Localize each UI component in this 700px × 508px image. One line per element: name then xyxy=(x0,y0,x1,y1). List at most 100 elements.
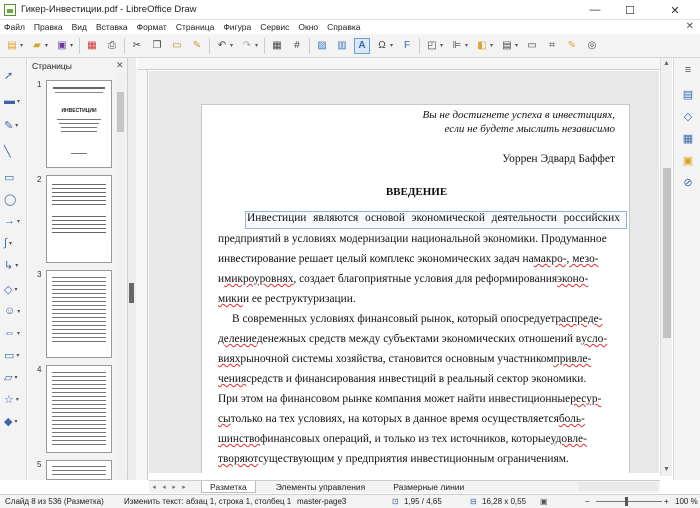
menu-page[interactable]: Страница xyxy=(176,22,215,32)
gallery-icon[interactable]: ▦ xyxy=(680,130,696,146)
paragraph-line[interactable]: творяют существующим у предприятия инвес… xyxy=(218,453,620,465)
navigator-icon[interactable]: ⊘ xyxy=(680,174,696,190)
callouts-icon[interactable]: ▱ ▾ xyxy=(4,368,24,386)
paragraph-line[interactable]: чения средств и финансирования инвестици… xyxy=(218,373,620,385)
lines-arrows-icon[interactable]: → ▾ xyxy=(4,212,24,230)
insert-chart-icon[interactable]: ▥ xyxy=(334,38,350,54)
insert-special-character-icon[interactable]: Ω xyxy=(374,38,390,54)
fontwork-icon[interactable]: F xyxy=(399,38,415,54)
redo-icon[interactable]: ↷ xyxy=(239,38,255,54)
distribute-dropdown-icon[interactable]: ▾ xyxy=(515,42,521,49)
page-thumbnail-1[interactable]: ИНВЕСТИЦИИ xyxy=(46,80,112,168)
paragraph-line[interactable]: виях рыночной системы хозяйства, станови… xyxy=(218,353,620,365)
flowchart-icon[interactable]: ▭ ▾ xyxy=(4,346,24,364)
align-dropdown-icon[interactable]: ▾ xyxy=(465,42,471,49)
cut-icon[interactable]: ✂ xyxy=(129,38,145,54)
page-thumbnail-2[interactable] xyxy=(46,175,112,263)
copy-icon[interactable]: ❐ xyxy=(149,38,165,54)
zoom-level[interactable]: 100 % xyxy=(675,497,698,506)
crop-icon[interactable]: ⌗ xyxy=(544,38,560,54)
arrange-icon[interactable]: ◧ xyxy=(474,38,490,54)
symbol-shapes-icon[interactable]: ☺ ▾ xyxy=(4,302,24,320)
insert-line-icon[interactable]: ╲ xyxy=(4,142,24,160)
paragraph-line[interactable]: предприятий в условиях модернизации наци… xyxy=(218,233,620,245)
menu-file[interactable]: Файл xyxy=(4,22,25,32)
image-gallery-icon[interactable]: ▣ xyxy=(680,152,696,168)
insert-image-icon[interactable]: ▨ xyxy=(314,38,330,54)
stars-icon[interactable]: ☆ ▾ xyxy=(4,390,24,408)
vertical-scrollbar[interactable]: ▲ ▼ xyxy=(660,58,672,476)
print-icon[interactable]: ⎙ xyxy=(104,38,120,54)
prev-tab-icon[interactable]: ◂ xyxy=(159,483,169,491)
scroll-up-icon[interactable]: ▲ xyxy=(663,60,670,67)
paste-icon[interactable]: ▭ xyxy=(169,38,185,54)
menu-window[interactable]: Окно xyxy=(298,22,318,32)
select-arrow-icon[interactable]: ➚ xyxy=(4,66,24,84)
collapse-panel-handle[interactable] xyxy=(129,283,134,303)
horizontal-scrollbar[interactable] xyxy=(578,482,658,491)
paragraph-line[interactable]: шинство финансовых операций, и только из… xyxy=(218,433,620,445)
clone-formatting-icon[interactable]: ✎ xyxy=(189,38,205,54)
menu-shape[interactable]: Фигура xyxy=(223,22,251,32)
paragraph-line[interactable]: В современных условиях финансовый рынок,… xyxy=(232,313,634,325)
first-tab-icon[interactable]: ◂ xyxy=(149,483,159,491)
menu-insert[interactable]: Вставка xyxy=(96,22,128,32)
shadow-icon[interactable]: ▭ xyxy=(524,38,540,54)
pages-panel-scroll-thumb[interactable] xyxy=(117,92,124,132)
basic-shapes-icon[interactable]: ◇ ▾ xyxy=(4,280,24,298)
close-panel-icon[interactable]: ✕ xyxy=(116,60,124,71)
pages-panel-scrollbar[interactable] xyxy=(116,74,125,478)
menu-edit[interactable]: Правка xyxy=(34,22,63,32)
curves-icon[interactable]: ∫ ▾ xyxy=(4,234,24,252)
page-thumbnail-3[interactable] xyxy=(46,270,112,358)
menu-view[interactable]: Вид xyxy=(72,22,87,32)
paragraph-line[interactable]: Инвестиции являются основой экономическо… xyxy=(247,212,620,224)
paragraph-line[interactable]: мики и ее реструктуризации. xyxy=(218,293,620,305)
redo-dropdown-icon[interactable]: ▾ xyxy=(255,42,261,49)
undo-icon[interactable]: ↶ xyxy=(214,38,230,54)
3d-objects-icon[interactable]: ◆ ▾ xyxy=(4,412,24,430)
close-document-icon[interactable]: ✕ xyxy=(686,21,694,32)
tab-controls[interactable]: Элементы управления xyxy=(268,481,374,493)
paragraph-line[interactable]: деление денежных средств между субъектам… xyxy=(218,333,620,345)
panel-splitter[interactable] xyxy=(128,58,136,480)
page-thumbnail-5[interactable] xyxy=(46,460,112,480)
maximize-button[interactable]: ☐ xyxy=(615,0,645,20)
zoom-slider[interactable] xyxy=(596,501,662,502)
paragraph-line[interactable]: При этом на финансовом рынке компания мо… xyxy=(218,393,620,405)
minimize-button[interactable]: — xyxy=(580,0,610,20)
last-tab-icon[interactable]: ▸ xyxy=(179,483,189,491)
open-folder-icon[interactable]: ▰ xyxy=(29,38,45,54)
arrange-dropdown-icon[interactable]: ▾ xyxy=(490,42,496,49)
sidebar-menu-icon[interactable]: ≡ xyxy=(680,62,696,78)
save-dropdown-icon[interactable]: ▾ xyxy=(70,42,76,49)
insert-textbox-icon[interactable]: A xyxy=(354,37,370,54)
transformations-icon[interactable]: ◰ xyxy=(424,38,440,54)
fill-color-icon[interactable]: ✎ ▾ xyxy=(4,116,24,134)
new-dropdown-icon[interactable]: ▾ xyxy=(20,42,26,49)
menu-help[interactable]: Справка xyxy=(327,22,360,32)
close-window-button[interactable]: ✕ xyxy=(660,0,690,20)
next-tab-icon[interactable]: ▸ xyxy=(169,483,179,491)
tab-layout[interactable]: Разметка xyxy=(201,481,256,493)
distribute-icon[interactable]: ▤ xyxy=(499,38,515,54)
connectors-icon[interactable]: ↳ ▾ xyxy=(4,256,24,274)
document-page[interactable]: Вы не достигнете успеха в инвестициях, е… xyxy=(201,104,630,473)
properties-icon[interactable]: ▤ xyxy=(680,86,696,102)
menu-tools[interactable]: Сервис xyxy=(260,22,289,32)
scroll-down-icon[interactable]: ▼ xyxy=(663,466,670,473)
rectangle-icon[interactable]: ▭ xyxy=(4,168,24,186)
page-thumbnail-4[interactable] xyxy=(46,365,112,453)
transformations-dropdown-icon[interactable]: ▾ xyxy=(440,42,446,49)
line-color-icon[interactable]: ▬ ▾ xyxy=(4,92,24,110)
block-arrows-icon[interactable]: ⇔ ▾ xyxy=(4,324,24,342)
paragraph-line[interactable]: инвестирование решает целый комплекс эко… xyxy=(218,253,620,265)
tab-dimension-lines[interactable]: Размерные линии xyxy=(385,481,472,493)
undo-dropdown-icon[interactable]: ▾ xyxy=(230,42,236,49)
ellipse-icon[interactable]: ◯ xyxy=(4,190,24,208)
align-objects-icon[interactable]: ⊫ xyxy=(449,38,465,54)
points-icon[interactable]: ✎ xyxy=(564,38,580,54)
zoom-in-icon[interactable]: + xyxy=(664,497,669,506)
new-document-icon[interactable]: ▤ xyxy=(4,38,20,54)
menu-format[interactable]: Формат xyxy=(137,22,167,32)
